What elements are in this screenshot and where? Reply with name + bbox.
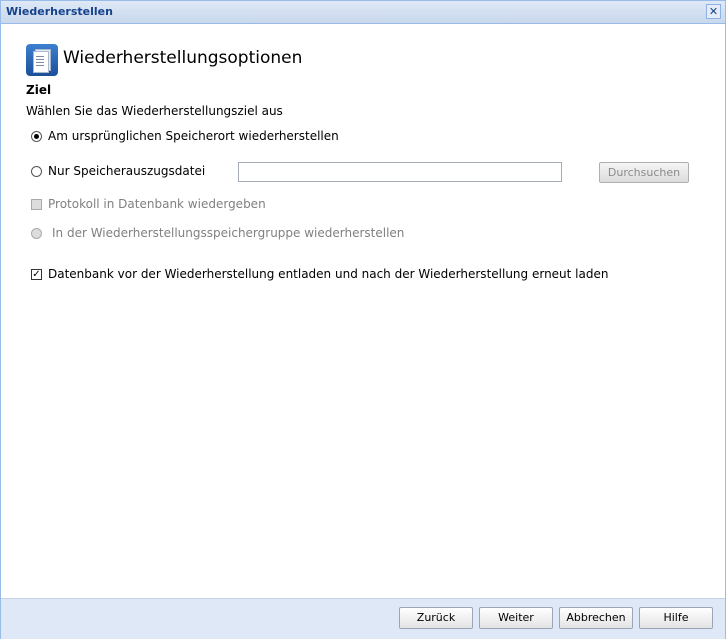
- option-original-location[interactable]: Am ursprünglichen Speicherort wiederhers…: [31, 129, 339, 143]
- option-label: Nur Speicherauszugsdatei: [48, 164, 206, 178]
- option-label: In der Wiederherstellungsspeichergruppe …: [52, 226, 405, 240]
- title-bar: Wiederherstellen ✕: [1, 1, 725, 24]
- section-subtitle: Wählen Sie das Wiederherstellungsziel au…: [26, 104, 283, 118]
- page-title: Wiederherstellungsoptionen: [63, 48, 303, 68]
- option-unmount-remount[interactable]: ✓ Datenbank vor der Wiederherstellung en…: [31, 267, 608, 281]
- checkmark-icon: ✓: [32, 268, 41, 280]
- option-label: Datenbank vor der Wiederherstellung entl…: [48, 267, 609, 281]
- radio-original-location[interactable]: [31, 130, 42, 142]
- close-icon: ✕: [708, 5, 719, 18]
- radio-dump-file-only[interactable]: [31, 165, 42, 177]
- restore-dialog: Wiederherstellen ✕ Wiederherstellungsopt…: [0, 0, 726, 639]
- dialog-footer: Zurück Weiter Abbrechen Hilfe: [1, 598, 725, 639]
- help-button[interactable]: Hilfe: [639, 607, 713, 629]
- checkbox-replay-log: [31, 198, 42, 210]
- section-title: Ziel: [26, 83, 52, 97]
- radio-recovery-storage-group: [31, 227, 42, 239]
- next-button[interactable]: Weiter: [479, 607, 553, 629]
- option-replay-log: Protokoll in Datenbank wiedergeben: [31, 197, 266, 211]
- option-label: Am ursprünglichen Speicherort wiederhers…: [48, 129, 339, 143]
- browse-button[interactable]: Durchsuchen: [599, 162, 689, 183]
- close-button[interactable]: ✕: [706, 4, 721, 19]
- restore-options-icon: [26, 44, 58, 76]
- dump-file-path-input[interactable]: [238, 162, 562, 182]
- cancel-button[interactable]: Abbrechen: [559, 607, 633, 629]
- option-label: Protokoll in Datenbank wiedergeben: [48, 197, 266, 211]
- checkbox-unmount-remount[interactable]: ✓: [31, 268, 42, 280]
- window-title: Wiederherstellen: [6, 5, 113, 18]
- option-dump-file-only[interactable]: Nur Speicherauszugsdatei: [31, 164, 205, 178]
- back-button[interactable]: Zurück: [399, 607, 473, 629]
- dialog-content: Wiederherstellungsoptionen Ziel Wählen S…: [1, 24, 725, 598]
- option-recovery-storage-group: In der Wiederherstellungsspeichergruppe …: [31, 226, 404, 240]
